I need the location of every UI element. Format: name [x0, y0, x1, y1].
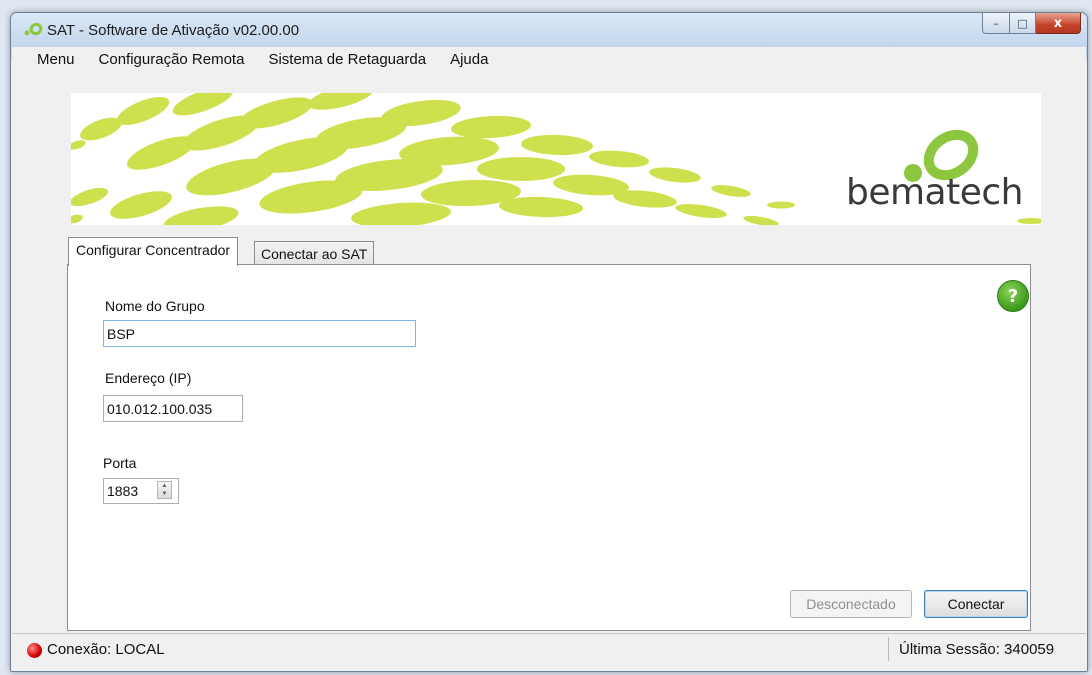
brand-logo-text: bematech: [845, 172, 1024, 213]
menu-bar: Menu Configuração Remota Sistema de Reta…: [12, 47, 1086, 73]
menu-item-menu[interactable]: Menu: [12, 47, 85, 73]
tab-conectar-sat[interactable]: Conectar ao SAT: [254, 241, 375, 266]
disconnect-button[interactable]: Desconectado: [790, 590, 912, 618]
group-name-input[interactable]: BSP: [103, 320, 416, 347]
app-icon: [24, 22, 43, 36]
red-status-icon: [27, 643, 42, 658]
brand-banner: bematech: [71, 93, 1041, 225]
last-session-status: Última Sessão: 340059: [899, 641, 1055, 658]
tab-label: Configurar Concentrador: [76, 242, 231, 258]
tab-panel: Nome do Grupo BSP Endereço (IP) 010.012.…: [67, 264, 1031, 631]
disconnect-button-label: Desconectado: [806, 596, 896, 612]
connect-button-label: Conectar: [947, 596, 1005, 612]
window-controls: – □ x: [982, 13, 1081, 35]
help-button[interactable]: ?: [997, 280, 1029, 312]
connection-status: Conexão: LOCAL: [47, 641, 165, 658]
port-label: Porta: [103, 455, 137, 471]
minimize-button[interactable]: –: [982, 13, 1010, 34]
status-separator: [888, 637, 889, 661]
tab-configurar-concentrador[interactable]: Configurar Concentrador: [68, 237, 239, 266]
minimize-icon: –: [993, 16, 999, 30]
close-icon: x: [1053, 15, 1063, 31]
ip-address-label: Endereço (IP): [105, 370, 192, 386]
window-title: SAT - Software de Ativação v02.00.00: [47, 22, 300, 39]
maximize-button[interactable]: □: [1010, 13, 1036, 34]
menu-item-backoffice[interactable]: Sistema de Retaguarda: [258, 47, 436, 73]
tab-label: Conectar ao SAT: [261, 246, 368, 262]
menu-item-remote-config[interactable]: Configuração Remota: [89, 47, 255, 73]
status-bar: Conexão: LOCAL Última Sessão: 340059: [12, 633, 1086, 666]
port-spinner-arrows-icon[interactable]: ▲ ▼: [157, 481, 172, 499]
menu-item-help[interactable]: Ajuda: [440, 47, 498, 73]
port-stepper[interactable]: 1883 ▲ ▼: [103, 478, 179, 504]
maximize-icon: □: [1017, 16, 1028, 30]
connect-button[interactable]: Conectar: [924, 590, 1028, 618]
close-button[interactable]: x: [1036, 13, 1081, 34]
group-name-label: Nome do Grupo: [105, 298, 205, 314]
port-value: 1883: [107, 483, 139, 499]
title-bar[interactable]: SAT - Software de Ativação v02.00.00 – □…: [11, 13, 1087, 47]
help-icon: ?: [1007, 285, 1019, 307]
app-window: SAT - Software de Ativação v02.00.00 – □…: [10, 12, 1088, 672]
ip-address-input[interactable]: 010.012.100.035: [103, 395, 243, 422]
